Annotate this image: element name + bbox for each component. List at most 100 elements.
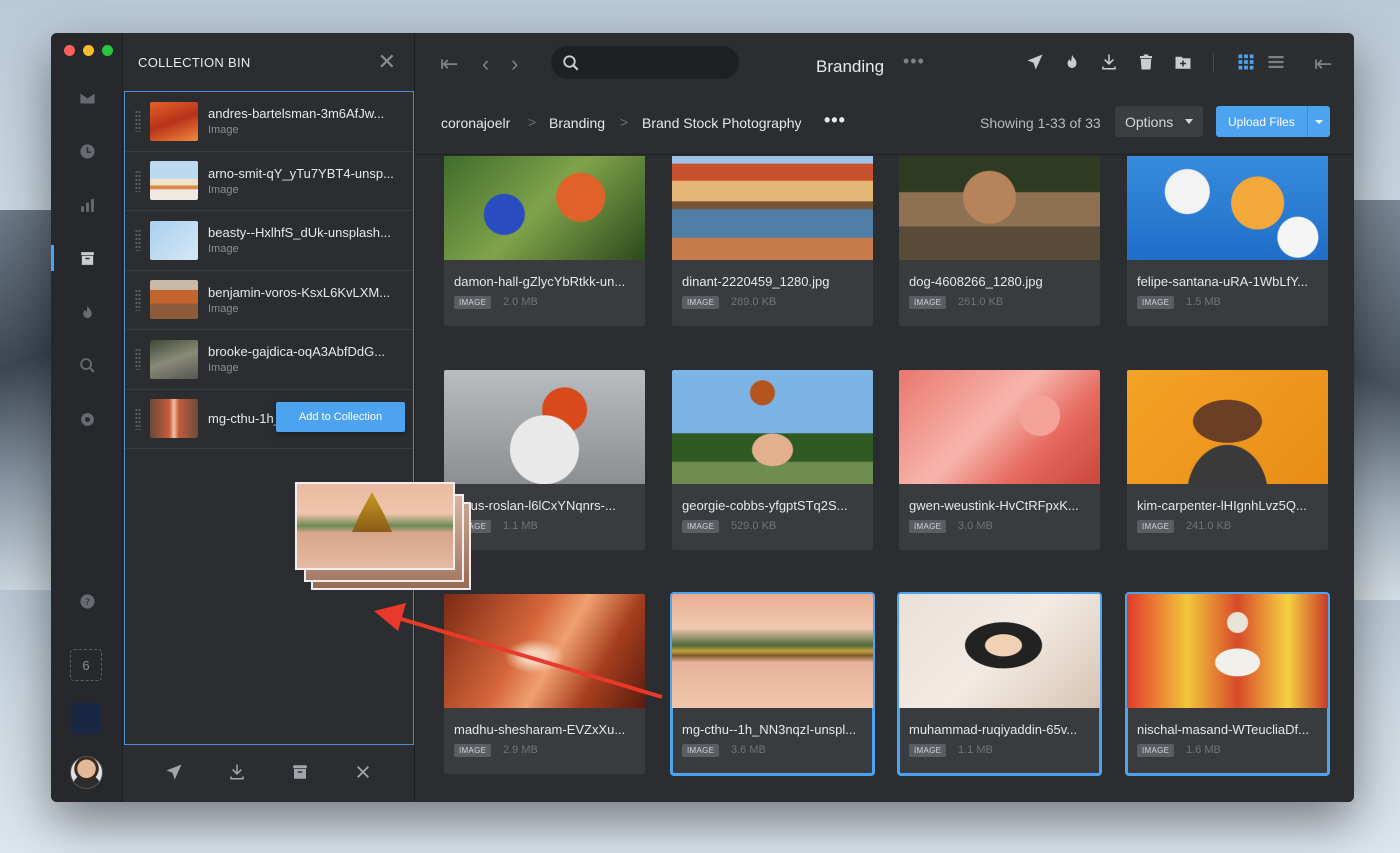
asset-thumbnail	[444, 156, 645, 260]
title-more-icon[interactable]: •••	[903, 51, 925, 72]
asset-size: 2.9 MB	[503, 744, 538, 756]
asset-size: 1.1 MB	[958, 744, 993, 756]
asset-size: 2.0 MB	[503, 296, 538, 308]
grid-view-icon[interactable]	[1237, 53, 1257, 73]
clock-icon[interactable]	[75, 139, 99, 163]
breadcrumb-more-icon[interactable]: •••	[824, 110, 846, 131]
collapse-panel-icon[interactable]: ⇤	[1314, 53, 1332, 75]
list-item[interactable]: beasty--HxlhfS_dUk-unsplash... Image	[125, 211, 413, 271]
asset-type-badge: IMAGE	[682, 296, 720, 309]
options-dropdown[interactable]: Options	[1115, 106, 1203, 137]
workspace-swatch[interactable]	[71, 703, 102, 734]
close-icon[interactable]: ✕	[378, 51, 396, 73]
item-type: Image	[208, 183, 239, 196]
breadcrumb-item[interactable]: Branding	[549, 115, 605, 131]
asset-type-badge: IMAGE	[909, 744, 947, 757]
fire-icon[interactable]	[1063, 53, 1083, 73]
asset-thumbnail	[1127, 156, 1328, 260]
asset-size: 3.0 MB	[958, 520, 993, 532]
breadcrumb-item[interactable]: Brand Stock Photography	[642, 115, 802, 131]
asset-card[interactable]: klaus-roslan-l6lCxYNqnrs-... IMAGE 1.1 M…	[444, 370, 645, 550]
search-input[interactable]	[551, 46, 739, 79]
item-type: Image	[208, 124, 239, 137]
drag-handle-icon[interactable]	[135, 229, 141, 252]
upload-menu-toggle[interactable]	[1307, 106, 1330, 137]
item-name: brooke-gajdica-oqA3AbfDdG...	[208, 344, 386, 360]
search-icon[interactable]	[75, 353, 99, 377]
icon-rail: ? 6	[51, 33, 123, 802]
list-item[interactable]: benjamin-voros-KsxL6KvLXM... Image	[125, 271, 413, 330]
minimize-window-button[interactable]	[83, 45, 94, 56]
asset-name: kim-carpenter-lHIgnhLvz5Q...	[1137, 498, 1307, 513]
drag-handle-icon[interactable]	[135, 169, 141, 192]
analytics-icon[interactable]	[75, 193, 99, 217]
list-view-icon[interactable]	[1267, 53, 1287, 73]
asset-card[interactable]: felipe-santana-uRA-1WbLfY... IMAGE 1.5 M…	[1127, 156, 1328, 326]
list-item[interactable]: brooke-gajdica-oqA3AbfDdG... Image	[125, 330, 413, 390]
window-controls	[64, 45, 113, 56]
asset-type-badge: IMAGE	[454, 296, 492, 309]
trash-icon[interactable]	[1137, 53, 1157, 73]
asset-thumbnail	[1127, 370, 1328, 484]
bin-header: COLLECTION BIN ✕	[123, 33, 414, 91]
asset-thumbnail	[899, 594, 1100, 708]
asset-card[interactable]: muhammad-ruqiyaddin-65v... IMAGE 1.1 MB	[897, 592, 1102, 776]
asset-thumbnail	[672, 156, 873, 260]
new-folder-icon[interactable]	[1174, 53, 1194, 73]
help-icon[interactable]: ?	[75, 589, 99, 613]
list-item[interactable]: andres-bartelsman-3m6AfJw... Image	[125, 92, 413, 152]
count-badge[interactable]: 6	[70, 649, 102, 681]
send-icon[interactable]	[1026, 53, 1046, 73]
asset-card[interactable]: dog-4608266_1280.jpg IMAGE 261.0 KB	[899, 156, 1100, 326]
asset-type-badge: IMAGE	[909, 520, 947, 533]
close-icon[interactable]	[354, 763, 372, 786]
asset-thumbnail	[672, 370, 873, 484]
breadcrumb-item[interactable]: coronajoelr	[441, 115, 510, 131]
drag-handle-icon[interactable]	[135, 348, 141, 371]
download-icon[interactable]	[1100, 53, 1120, 73]
thumbnail	[150, 399, 198, 439]
add-to-collection-button[interactable]: Add to Collection	[276, 402, 405, 432]
asset-type-badge: IMAGE	[682, 744, 720, 757]
thumbnail	[150, 220, 198, 260]
forward-arrow-icon[interactable]: ›	[511, 53, 518, 75]
back-arrow-icon[interactable]: ‹	[482, 53, 489, 75]
upload-files-button[interactable]: Upload Files	[1216, 106, 1330, 137]
archive-icon[interactable]	[291, 763, 309, 786]
collapse-sidebar-icon[interactable]: ⇤	[440, 53, 458, 75]
avatar[interactable]	[70, 756, 103, 789]
collection-bin-icon[interactable]	[75, 246, 99, 270]
asset-card[interactable]: georgie-cobbs-yfgptSTq2S... IMAGE 529.0 …	[672, 370, 873, 550]
send-icon[interactable]	[165, 763, 183, 786]
list-item[interactable]: arno-smit-qY_yTu7YBT4-unsp... Image	[125, 152, 413, 211]
asset-card[interactable]: gwen-weustink-HvCtRFpxK... IMAGE 3.0 MB	[899, 370, 1100, 550]
download-icon[interactable]	[228, 763, 246, 786]
drag-handle-icon[interactable]	[135, 110, 141, 133]
item-name: arno-smit-qY_yTu7YBT4-unsp...	[208, 165, 394, 181]
drag-preview-image	[295, 482, 455, 570]
asset-name: nischal-masand-WTeucliaDf...	[1137, 722, 1309, 737]
inbox-icon[interactable]	[75, 86, 99, 110]
asset-name: felipe-santana-uRA-1WbLfY...	[1137, 274, 1309, 289]
asset-type-badge: IMAGE	[454, 744, 492, 757]
thumbnail	[150, 101, 198, 141]
page-title: Branding	[816, 57, 885, 76]
asset-name: dog-4608266_1280.jpg	[909, 274, 1043, 289]
asset-card[interactable]: mg-cthu--1h_NN3nqzI-unspl... IMAGE 3.6 M…	[670, 592, 875, 776]
fire-icon[interactable]	[75, 300, 99, 324]
drag-handle-icon[interactable]	[135, 288, 141, 311]
top-toolbar: ⇤ ‹ › Branding ••• ⇤	[416, 33, 1354, 97]
asset-thumbnail	[1127, 594, 1328, 708]
asset-card[interactable]: kim-carpenter-lHIgnhLvz5Q... IMAGE 241.0…	[1127, 370, 1328, 550]
gear-icon[interactable]	[75, 407, 99, 431]
asset-card[interactable]: damon-hall-gZlycYbRtkk-un... IMAGE 2.0 M…	[444, 156, 645, 326]
item-name: benjamin-voros-KsxL6KvLXM...	[208, 284, 391, 300]
asset-name: madhu-shesharam-EVZxXu...	[454, 722, 626, 737]
asset-type-badge: IMAGE	[909, 296, 947, 309]
asset-card[interactable]: nischal-masand-WTeucliaDf... IMAGE 1.6 M…	[1125, 592, 1330, 776]
close-window-button[interactable]	[64, 45, 75, 56]
maximize-window-button[interactable]	[102, 45, 113, 56]
drag-handle-icon[interactable]	[135, 407, 141, 430]
asset-card[interactable]: dinant-2220459_1280.jpg IMAGE 289.0 KB	[672, 156, 873, 326]
drag-arrow-icon	[374, 603, 663, 699]
